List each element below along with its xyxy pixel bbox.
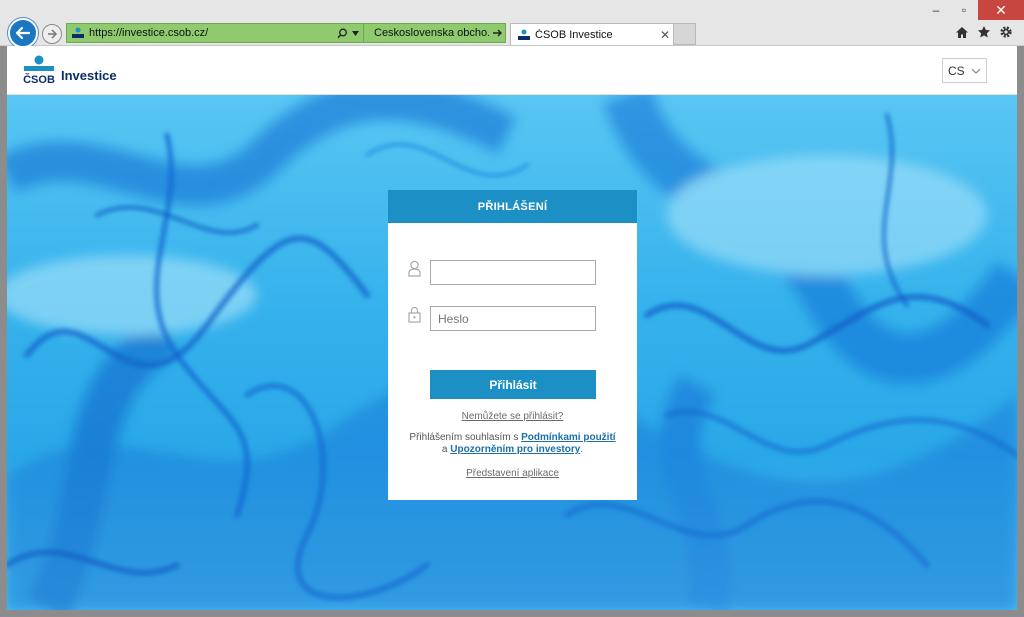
investor-notice-link[interactable]: Upozorněním pro investory	[450, 444, 580, 455]
cant-login-link[interactable]: Nemůžete se přihlásit?	[462, 411, 564, 422]
browser-tab[interactable]: ČSOB Investice ✕	[510, 23, 674, 45]
maximize-button[interactable]: ▫	[950, 0, 978, 20]
go-button[interactable]	[489, 28, 505, 38]
window-controls: – ▫ ✕	[922, 0, 1024, 20]
app-intro-link[interactable]: Představení aplikace	[466, 468, 559, 479]
search-icon[interactable]	[337, 28, 348, 39]
consent-text: Přihlášením souhlasím s Podmínkami použi…	[388, 432, 637, 456]
home-icon[interactable]	[954, 24, 970, 40]
csob-logo[interactable]: ČSOB Investice	[22, 55, 117, 86]
forward-button[interactable]	[42, 24, 62, 44]
app-intro-row: Představení aplikace	[388, 468, 637, 479]
login-card: PŘIHLÁŠENÍ Přihlásit Nemůžete se přihlás…	[388, 190, 637, 500]
username-input[interactable]	[430, 260, 596, 285]
logo-text: Investice	[61, 68, 117, 83]
arrow-right-icon	[492, 29, 502, 37]
site-header: ČSOB Investice CS	[7, 46, 1017, 95]
username-row	[408, 260, 596, 285]
password-input[interactable]	[430, 306, 596, 331]
close-window-button[interactable]: ✕	[978, 0, 1024, 20]
csob-logo-mark: ČSOB	[22, 55, 56, 86]
certificate-label: Ceskoslovenska obcho...	[374, 27, 489, 39]
user-icon	[408, 260, 424, 283]
web-page: ČSOB Investice CS PŘIHLÁŠENÍ Přihlásit N…	[7, 46, 1017, 610]
tab-close-icon[interactable]: ✕	[657, 28, 673, 42]
address-tools	[333, 28, 363, 39]
arrow-left-icon	[15, 26, 31, 40]
new-tab-button[interactable]	[674, 23, 696, 45]
favorites-star-icon[interactable]	[976, 24, 992, 40]
lock-icon	[408, 306, 424, 329]
consent-suffix: .	[580, 444, 584, 455]
dropdown-arrow-icon[interactable]	[352, 30, 359, 36]
address-url[interactable]: https://investice.csob.cz/	[87, 27, 333, 39]
password-row	[408, 306, 596, 331]
consent-prefix: Přihlášením souhlasím s	[409, 432, 522, 443]
gear-icon[interactable]	[998, 24, 1014, 40]
svg-text:ČSOB: ČSOB	[23, 73, 55, 85]
tab-title: ČSOB Investice	[535, 28, 613, 41]
arrow-right-icon	[48, 29, 58, 39]
address-bar[interactable]: https://investice.csob.cz/ Ceskoslovensk…	[66, 23, 506, 43]
tab-favicon-icon	[515, 27, 533, 43]
cant-login-row: Nemůžete se přihlásit?	[388, 411, 637, 422]
login-button[interactable]: Přihlásit	[430, 370, 596, 399]
back-button[interactable]	[8, 18, 38, 48]
consent-and: a	[441, 444, 451, 455]
browser-tools	[954, 24, 1014, 40]
hero-background: PŘIHLÁŠENÍ Přihlásit Nemůžete se přihlás…	[7, 95, 1017, 610]
language-value: CS	[948, 63, 965, 78]
language-select[interactable]: CS	[942, 58, 987, 83]
site-favicon-icon	[69, 24, 87, 42]
minimize-button[interactable]: –	[922, 0, 950, 20]
login-title: PŘIHLÁŠENÍ	[388, 190, 637, 223]
terms-link[interactable]: Podmínkami použití	[521, 432, 615, 443]
security-certificate[interactable]: Ceskoslovenska obcho...	[363, 24, 489, 42]
chevron-down-icon	[971, 68, 981, 74]
browser-chrome: – ▫ ✕ https://investice.csob.cz/ Ceskosl…	[0, 0, 1024, 48]
